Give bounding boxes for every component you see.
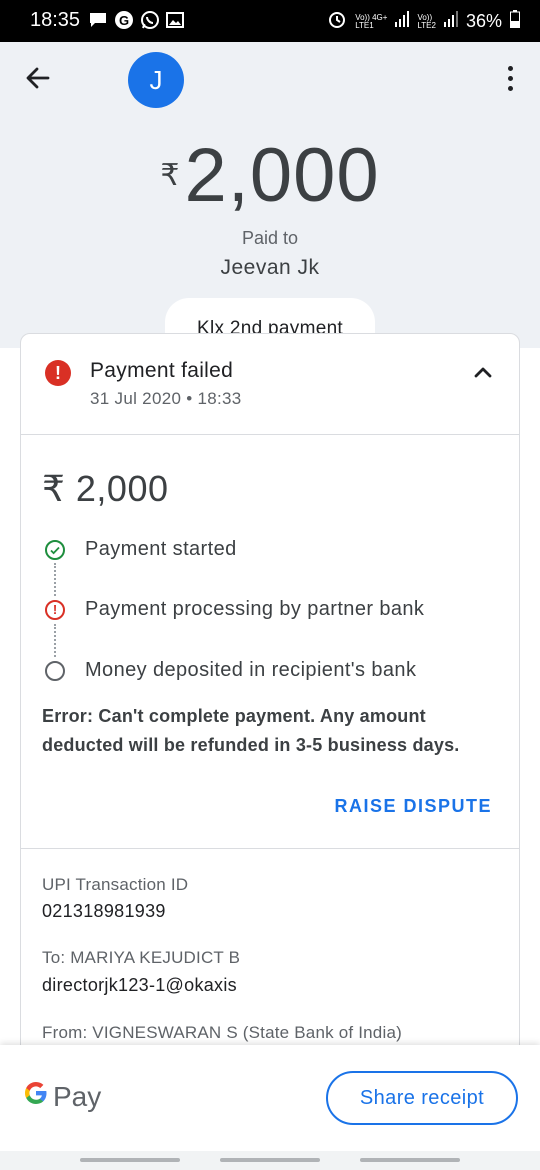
raise-dispute-button[interactable]: RAISE DISPUTE [334,796,492,817]
divider [21,848,519,849]
nav-gesture-left[interactable] [80,1158,180,1162]
gallery-icon [166,11,184,34]
paid-amount: ₹2,000 [0,132,540,219]
upi-transaction-id: 021318981939 [42,901,166,921]
error-outline-icon: ! [45,600,65,620]
gpay-logo: Pay [22,1079,101,1115]
google-g-icon [22,1079,50,1115]
step-connector [54,624,56,657]
signal-lte1-icon [395,11,410,32]
step-label: Payment processing by partner bank [85,598,425,620]
share-receipt-button[interactable]: Share receipt [326,1071,518,1125]
chevron-up-icon [474,367,492,378]
whatsapp-icon [140,10,160,35]
status-header[interactable]: ! Payment failed 31 Jul 2020 • 18:33 [21,334,519,435]
nav-gesture-right[interactable] [360,1158,460,1162]
sim2-label: Vo)) LTE2 [417,12,436,30]
card-amount: ₹ 2,000 [42,468,169,509]
back-button[interactable] [22,62,54,94]
check-circle-icon [45,540,65,560]
notification-icons: G [88,10,184,35]
error-icon: ! [45,360,71,386]
status-bar: 18:35 G Vo)) 4G+ LTE1 Vo)) LTE2 36% [0,0,540,42]
status-time: 18:35 [30,9,81,31]
avatar-initial: J [149,64,163,95]
bottom-bar: Pay Share receipt [0,1045,540,1151]
to-vpa: directorjk123-1@okaxis [42,975,237,995]
upi-transaction-label: UPI Transaction ID [42,875,189,894]
paid-to-label: Paid to [241,228,299,248]
collapse-button[interactable] [469,360,497,384]
nav-bar [0,1151,540,1170]
status-right: Vo)) 4G+ LTE1 Vo)) LTE2 36% [327,9,520,34]
step-partner-bank: ! Payment processing by partner bank [45,598,505,628]
sim1-label: Vo)) 4G+ LTE1 [355,12,388,30]
rupee-symbol: ₹ [160,159,181,192]
svg-text:G: G [119,13,129,28]
signal-lte2-icon [443,11,458,32]
from-label: From: VIGNESWARAN S (State Bank of India… [42,1023,402,1042]
more-options-button[interactable] [498,62,522,94]
status-date: 31 Jul 2020 • 18:33 [90,389,242,408]
step-label: Money deposited in recipient's bank [85,659,417,681]
step-money-deposited: Money deposited in recipient's bank [45,659,505,689]
step-payment-started: Payment started [45,538,505,568]
status-title: Payment failed [90,359,234,382]
circle-outline-icon [45,661,65,681]
gpay-text: Pay [53,1081,102,1112]
paid-amount-value: 2,000 [184,133,380,218]
battery-percent: 36% [465,11,502,31]
to-label: To: MARIYA KEJUDICT B [42,948,241,967]
nav-gesture-home[interactable] [220,1158,320,1162]
arrow-left-icon [26,67,50,89]
more-vert-icon [507,65,513,71]
step-label: Payment started [85,538,237,560]
error-message: Error: Can't complete payment. Any amoun… [42,706,460,755]
battery-icon [510,10,520,33]
g-icon: G [114,10,134,35]
payee-name: Jeevan Jk [220,256,320,279]
message-icon [88,11,108,34]
transaction-card: ! Payment failed 31 Jul 2020 • 18:33 ₹ 2… [20,333,520,1093]
avatar[interactable]: J [128,52,184,108]
alarm-icon [327,9,347,34]
